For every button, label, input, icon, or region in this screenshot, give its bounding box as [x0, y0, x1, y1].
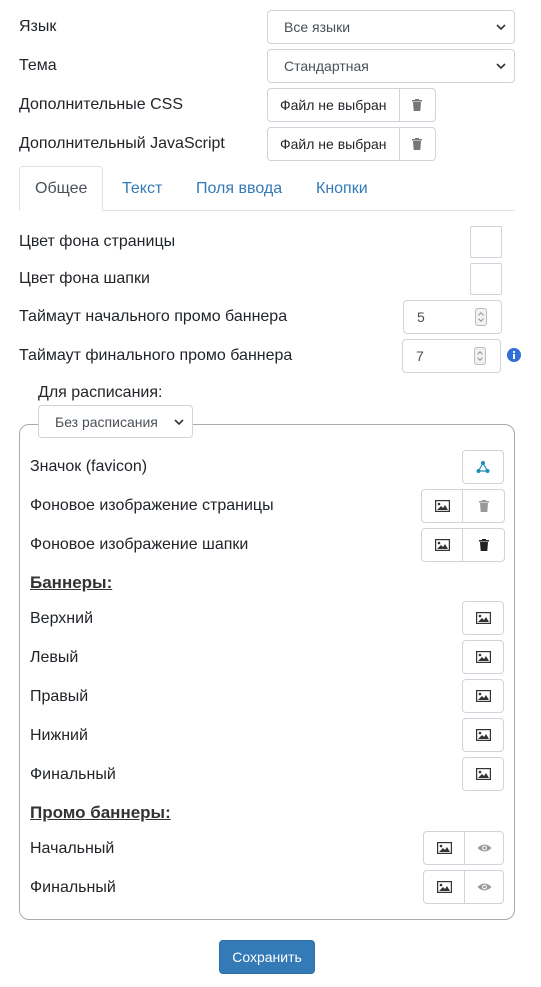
page-bg-image-label: Фоновое изображение страницы [30, 497, 274, 514]
promo-final-preview-button[interactable] [465, 870, 504, 904]
banner-top-upload-button[interactable] [462, 601, 504, 635]
js-file-group: Файл не выбран [267, 127, 436, 161]
page-bg-image-delete-button[interactable] [463, 489, 505, 523]
js-label: Дополнительный JavaScript [19, 135, 225, 152]
image-icon [434, 539, 450, 551]
image-icon [475, 729, 491, 741]
save-button[interactable]: Сохранить [219, 940, 315, 974]
language-select-value: Все языки [284, 19, 351, 35]
favicon-label: Значок (favicon) [30, 458, 148, 475]
chevron-down-icon [496, 24, 506, 31]
css-delete-button[interactable] [399, 88, 436, 122]
js-delete-button[interactable] [399, 127, 436, 161]
promo-start-label: Начальный [30, 840, 115, 857]
chevron-down-icon [496, 63, 506, 70]
tab-bar: Общее Текст Поля ввода Кнопки [19, 166, 515, 211]
spinner-icon[interactable] [474, 347, 486, 365]
promo-final-group [423, 870, 504, 904]
image-icon [434, 500, 450, 512]
banner-right-upload-button[interactable] [462, 679, 504, 713]
language-select[interactable]: Все языки [267, 10, 515, 44]
image-icon [475, 690, 491, 702]
language-label: Язык [19, 18, 57, 35]
chevron-down-icon [174, 418, 184, 425]
header-bg-image-delete-button[interactable] [463, 528, 505, 562]
banner-bottom-upload-button[interactable] [462, 718, 504, 752]
image-icon [475, 651, 491, 663]
schedule-select[interactable]: Без расписания [38, 405, 193, 438]
banner-final-label: Финальный [30, 766, 116, 783]
trash-icon [478, 500, 489, 512]
schedule-select-value: Без расписания [55, 413, 158, 430]
trash-icon [412, 138, 423, 150]
theme-select-value: Стандартная [284, 58, 369, 74]
info-icon[interactable] [507, 348, 521, 362]
page-bg-image-upload-button[interactable] [421, 489, 463, 523]
image-icon [436, 881, 452, 893]
promo-start-preview-button[interactable] [465, 831, 504, 865]
favicon-upload-button[interactable] [462, 450, 504, 484]
image-icon [475, 768, 491, 780]
banner-left-upload-button[interactable] [462, 640, 504, 674]
promo-start-upload-button[interactable] [423, 831, 465, 865]
banners-heading: Баннеры: [30, 573, 113, 592]
start-promo-label: Таймаут начального промо баннера [19, 308, 288, 325]
final-promo-input[interactable]: 7 [402, 339, 501, 373]
trash-icon [478, 539, 489, 551]
header-bg-image-group [421, 528, 505, 562]
schedule-label: Для расписания: [38, 384, 163, 401]
css-file-group: Файл не выбран [267, 88, 436, 122]
banner-right-label: Правый [30, 688, 89, 705]
theme-select[interactable]: Стандартная [267, 49, 515, 83]
tab-general[interactable]: Общее [19, 166, 104, 211]
image-icon [436, 842, 452, 854]
tab-buttons[interactable]: Кнопки [301, 166, 383, 211]
header-bg-row: Цвет фона шапки [19, 262, 515, 296]
spinner-icon[interactable] [475, 308, 487, 326]
tab-text[interactable]: Текст [107, 166, 177, 211]
header-bg-color-picker[interactable] [470, 263, 502, 295]
eye-icon [477, 844, 491, 852]
promo-final-upload-button[interactable] [423, 870, 465, 904]
page-bg-label: Цвет фона страницы [19, 233, 176, 250]
js-file-button[interactable]: Файл не выбран [267, 127, 400, 161]
eye-icon [477, 883, 491, 891]
banner-final-upload-button[interactable] [462, 757, 504, 791]
trash-icon [412, 99, 423, 111]
promo-final-label: Финальный [30, 879, 116, 896]
share-nodes-icon [476, 461, 490, 473]
banner-top-label: Верхний [30, 610, 93, 627]
page-bg-image-group [421, 489, 505, 523]
css-file-button[interactable]: Файл не выбран [267, 88, 400, 122]
start-promo-value: 5 [417, 309, 425, 325]
start-promo-input[interactable]: 5 [403, 300, 502, 334]
final-promo-label: Таймаут финального промо баннера [19, 347, 293, 364]
css-label: Дополнительные CSS [19, 96, 183, 113]
page-bg-color-picker[interactable] [470, 226, 502, 258]
page-bg-row: Цвет фона страницы [19, 225, 515, 259]
banner-left-label: Левый [30, 649, 79, 666]
header-bg-label: Цвет фона шапки [19, 270, 150, 287]
banner-bottom-label: Нижний [30, 727, 88, 744]
tab-inputs[interactable]: Поля ввода [181, 166, 297, 211]
header-bg-image-label: Фоновое изображение шапки [30, 536, 249, 553]
promo-start-group [423, 831, 504, 865]
image-icon [475, 612, 491, 624]
promo-heading: Промо баннеры: [30, 803, 171, 822]
theme-label: Тема [19, 57, 57, 74]
final-promo-value: 7 [416, 348, 424, 364]
header-bg-image-upload-button[interactable] [421, 528, 463, 562]
